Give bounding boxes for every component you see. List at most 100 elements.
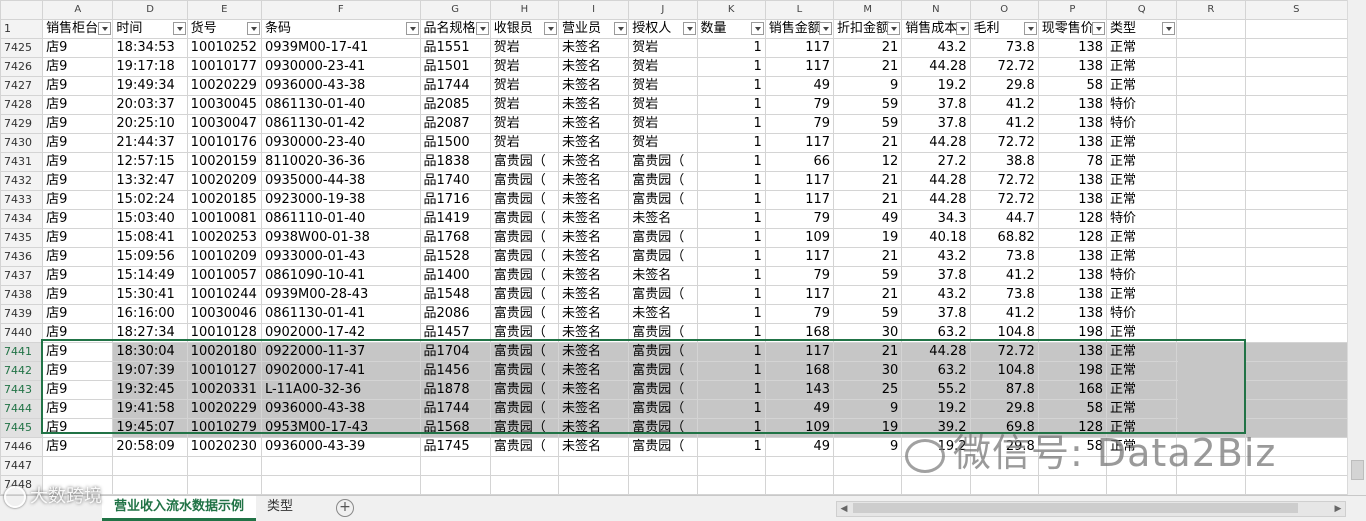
filter-dropdown-icon[interactable] [544, 22, 558, 35]
cell[interactable]: 品2087 [419, 114, 491, 134]
cell[interactable]: 79 [764, 209, 835, 229]
cell[interactable]: 10020230 [186, 437, 262, 457]
cell[interactable]: 19:17:18 [112, 57, 188, 77]
cell[interactable]: 25 [833, 380, 903, 400]
cell[interactable]: 0938W00-01-38 [260, 228, 421, 248]
cell[interactable]: 未签名 [558, 133, 630, 153]
cell[interactable] [186, 475, 262, 495]
cell[interactable]: 1 [696, 342, 766, 362]
cell[interactable]: 10020159 [186, 152, 262, 172]
cell[interactable]: 1 [696, 247, 766, 267]
cell[interactable]: 富贵园（ [628, 228, 698, 248]
cell[interactable]: 富贵园（ [489, 247, 560, 267]
cell[interactable] [1176, 247, 1246, 267]
cell[interactable]: 店9 [42, 437, 114, 457]
cell[interactable] [1244, 95, 1348, 115]
select-all-corner[interactable] [0, 0, 44, 20]
cell[interactable]: 正常 [1106, 57, 1178, 77]
cell[interactable]: 138 [1037, 266, 1108, 286]
cell[interactable]: 72.72 [969, 57, 1039, 77]
cell[interactable]: 未签名 [558, 95, 630, 115]
cell[interactable]: 79 [764, 114, 835, 134]
cell[interactable]: 店9 [42, 114, 114, 134]
cell[interactable]: 富贵园（ [489, 399, 560, 419]
cell[interactable]: 品1500 [419, 133, 491, 153]
cell[interactable] [1176, 57, 1246, 77]
column-header-e[interactable]: E [186, 0, 262, 20]
cell[interactable]: 富贵园（ [489, 361, 560, 381]
row-header[interactable]: 7431 [0, 152, 44, 172]
cell[interactable]: 79 [764, 304, 835, 324]
cell[interactable]: 73.8 [969, 285, 1039, 305]
cell[interactable]: 品2085 [419, 95, 491, 115]
cell[interactable]: 未签名 [558, 437, 630, 457]
cell[interactable]: 富贵园（ [489, 190, 560, 210]
cell[interactable]: 贺岩 [628, 76, 698, 96]
cell[interactable] [419, 456, 491, 476]
cell[interactable]: 特价 [1106, 304, 1178, 324]
filter-dropdown-icon[interactable] [955, 22, 969, 35]
cell[interactable]: 店9 [42, 57, 114, 77]
cell[interactable]: 贺岩 [628, 57, 698, 77]
row-header[interactable]: 7436 [0, 247, 44, 267]
header-cell[interactable]: 销售金额 [764, 19, 835, 39]
row-header[interactable]: 7437 [0, 266, 44, 286]
cell[interactable] [969, 475, 1039, 495]
cell[interactable]: 富贵园（ [628, 361, 698, 381]
cell[interactable]: 44.28 [901, 57, 971, 77]
column-header-o[interactable]: O [969, 0, 1039, 20]
column-header-g[interactable]: G [419, 0, 491, 20]
cell[interactable]: 贺岩 [489, 133, 560, 153]
cell[interactable] [833, 475, 903, 495]
cell[interactable]: 店9 [42, 323, 114, 343]
cell[interactable]: 1 [696, 304, 766, 324]
cell[interactable]: 10010127 [186, 361, 262, 381]
filter-dropdown-icon[interactable] [682, 22, 696, 35]
cell[interactable] [558, 475, 630, 495]
vertical-scrollbar[interactable] [1347, 0, 1366, 495]
cell[interactable]: 1 [696, 380, 766, 400]
cell[interactable]: 店9 [42, 418, 114, 438]
cell[interactable]: 正常 [1106, 247, 1178, 267]
cell[interactable]: 品1548 [419, 285, 491, 305]
cell[interactable]: 未签名 [558, 38, 630, 58]
cell[interactable]: 正常 [1106, 361, 1178, 381]
filter-dropdown-icon[interactable] [1023, 22, 1037, 35]
cell[interactable]: 21 [833, 285, 903, 305]
cell[interactable]: 正常 [1106, 133, 1178, 153]
cell[interactable] [1176, 209, 1246, 229]
cell[interactable]: 0936000-43-38 [260, 76, 421, 96]
cell[interactable]: 店9 [42, 133, 114, 153]
cell[interactable]: 0861130-01-40 [260, 95, 421, 115]
cell[interactable] [1244, 228, 1348, 248]
cell[interactable]: 贺岩 [489, 95, 560, 115]
cell[interactable]: 富贵园（ [489, 228, 560, 248]
tab-type[interactable]: 类型 [255, 496, 305, 518]
cell[interactable]: 168 [764, 323, 835, 343]
cell[interactable]: 37.8 [901, 114, 971, 134]
header-cell[interactable] [1176, 19, 1246, 39]
cell[interactable]: 未签名 [558, 323, 630, 343]
cell[interactable]: 49 [764, 76, 835, 96]
row-header[interactable]: 7435 [0, 228, 44, 248]
cell[interactable]: 富贵园（ [489, 171, 560, 191]
cell[interactable]: 店9 [42, 247, 114, 267]
cell[interactable]: 1 [696, 285, 766, 305]
cell[interactable]: 正常 [1106, 76, 1178, 96]
cell[interactable] [1244, 285, 1348, 305]
cell[interactable]: 138 [1037, 133, 1108, 153]
cell[interactable]: 品1744 [419, 399, 491, 419]
cell[interactable]: 1 [696, 418, 766, 438]
row-header[interactable]: 7434 [0, 209, 44, 229]
cell[interactable]: 21 [833, 171, 903, 191]
cell[interactable]: 未签名 [558, 399, 630, 419]
cell[interactable]: 店9 [42, 171, 114, 191]
cell[interactable]: 富贵园（ [628, 380, 698, 400]
column-header-k[interactable]: K [696, 0, 766, 20]
cell[interactable]: 贺岩 [489, 114, 560, 134]
cell[interactable] [764, 475, 835, 495]
cell[interactable]: 12:57:15 [112, 152, 188, 172]
cell[interactable]: 10010128 [186, 323, 262, 343]
column-header-s[interactable]: S [1244, 0, 1348, 20]
header-cell[interactable]: 类型 [1106, 19, 1178, 39]
